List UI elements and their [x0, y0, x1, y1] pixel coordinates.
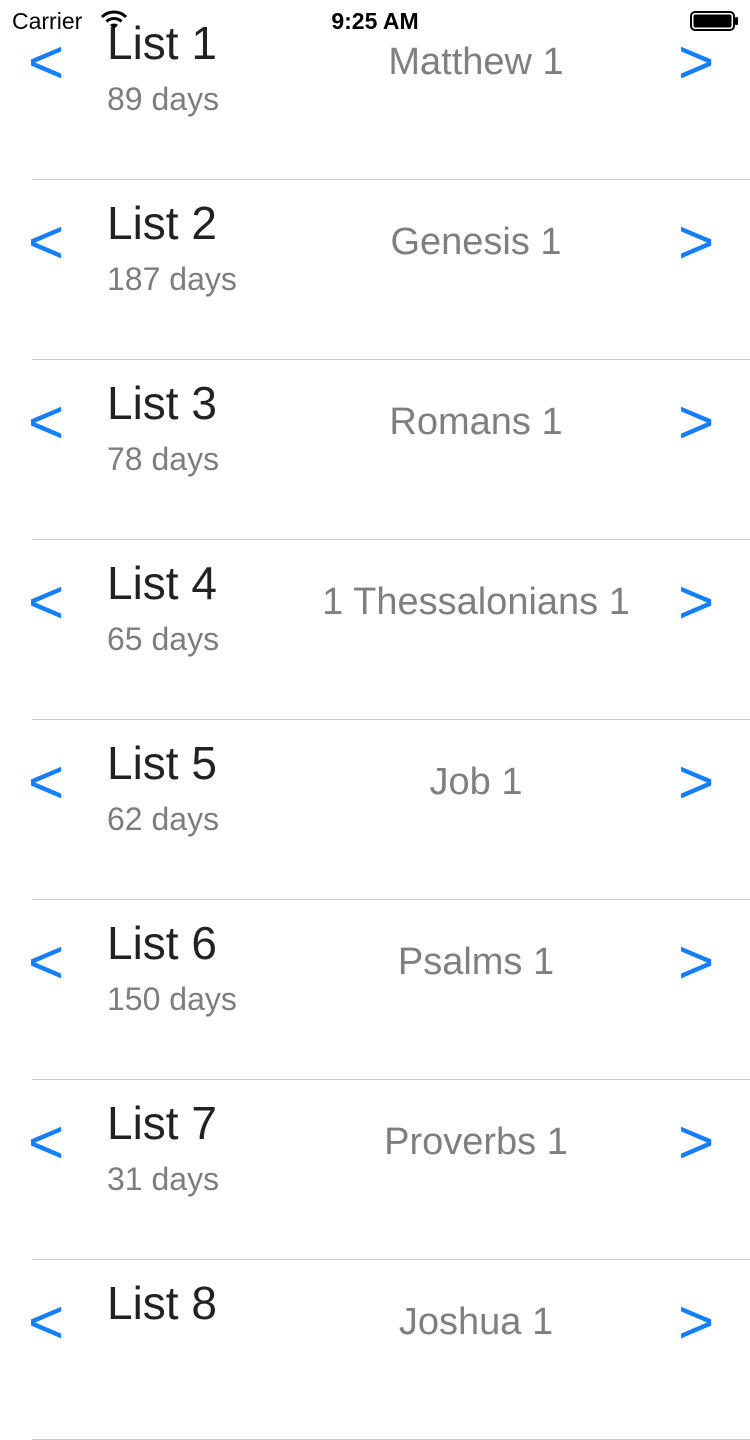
next-chapter-button[interactable]: > [678, 1288, 714, 1358]
next-chapter-button[interactable]: > [678, 928, 714, 998]
list-days: 31 days [107, 1161, 220, 1197]
list-title: List 4 [107, 557, 217, 609]
current-chapter[interactable]: Matthew 1 [290, 40, 662, 84]
list-title: List 3 [107, 377, 217, 429]
list-row: < List 2 187 days Genesis 1 > [0, 180, 750, 360]
list-days: 78 days [107, 441, 220, 477]
list-days: 62 days [107, 801, 220, 837]
previous-chapter-button[interactable]: < [28, 1288, 64, 1358]
previous-chapter-button[interactable]: < [28, 748, 64, 818]
list-title: List 6 [107, 917, 217, 969]
current-chapter[interactable]: Psalms 1 [290, 940, 662, 984]
list-days: 150 days [107, 981, 237, 1017]
status-bar: Carrier 9:25 AM [0, 0, 750, 40]
current-chapter[interactable]: Joshua 1 [290, 1300, 662, 1344]
list-row: < List 6 150 days Psalms 1 > [0, 900, 750, 1080]
list-title: List 2 [107, 197, 217, 249]
previous-chapter-button[interactable]: < [28, 928, 64, 998]
list-row: < List 8 Joshua 1 > [0, 1260, 750, 1440]
battery-icon [690, 11, 740, 31]
next-chapter-button[interactable]: > [678, 388, 714, 458]
next-chapter-button[interactable]: > [678, 568, 714, 638]
list-row: < List 4 65 days 1 Thessalonians 1 > [0, 540, 750, 720]
current-chapter[interactable]: 1 Thessalonians 1 [290, 580, 662, 624]
list-days: 65 days [107, 621, 220, 657]
previous-chapter-button[interactable]: < [28, 388, 64, 458]
list-title: List 5 [107, 737, 217, 789]
list-row: < List 3 78 days Romans 1 > [0, 360, 750, 540]
list-days: 89 days [107, 81, 220, 117]
current-chapter[interactable]: Proverbs 1 [290, 1120, 662, 1164]
previous-chapter-button[interactable]: < [28, 1108, 64, 1178]
current-chapter[interactable]: Job 1 [290, 760, 662, 804]
list-row: < List 7 31 days Proverbs 1 > [0, 1080, 750, 1260]
previous-chapter-button[interactable]: < [28, 208, 64, 278]
list-row: < List 5 62 days Job 1 > [0, 720, 750, 900]
current-chapter[interactable]: Genesis 1 [290, 220, 662, 264]
current-chapter[interactable]: Romans 1 [290, 400, 662, 444]
next-chapter-button[interactable]: > [678, 208, 714, 278]
status-time: 9:25 AM [331, 8, 419, 34]
list-days: 187 days [107, 261, 237, 297]
list-title: List 7 [107, 1097, 217, 1149]
next-chapter-button[interactable]: > [678, 748, 714, 818]
next-chapter-button[interactable]: > [678, 1108, 714, 1178]
previous-chapter-button[interactable]: < [28, 568, 64, 638]
list-title: List 8 [107, 1277, 217, 1329]
